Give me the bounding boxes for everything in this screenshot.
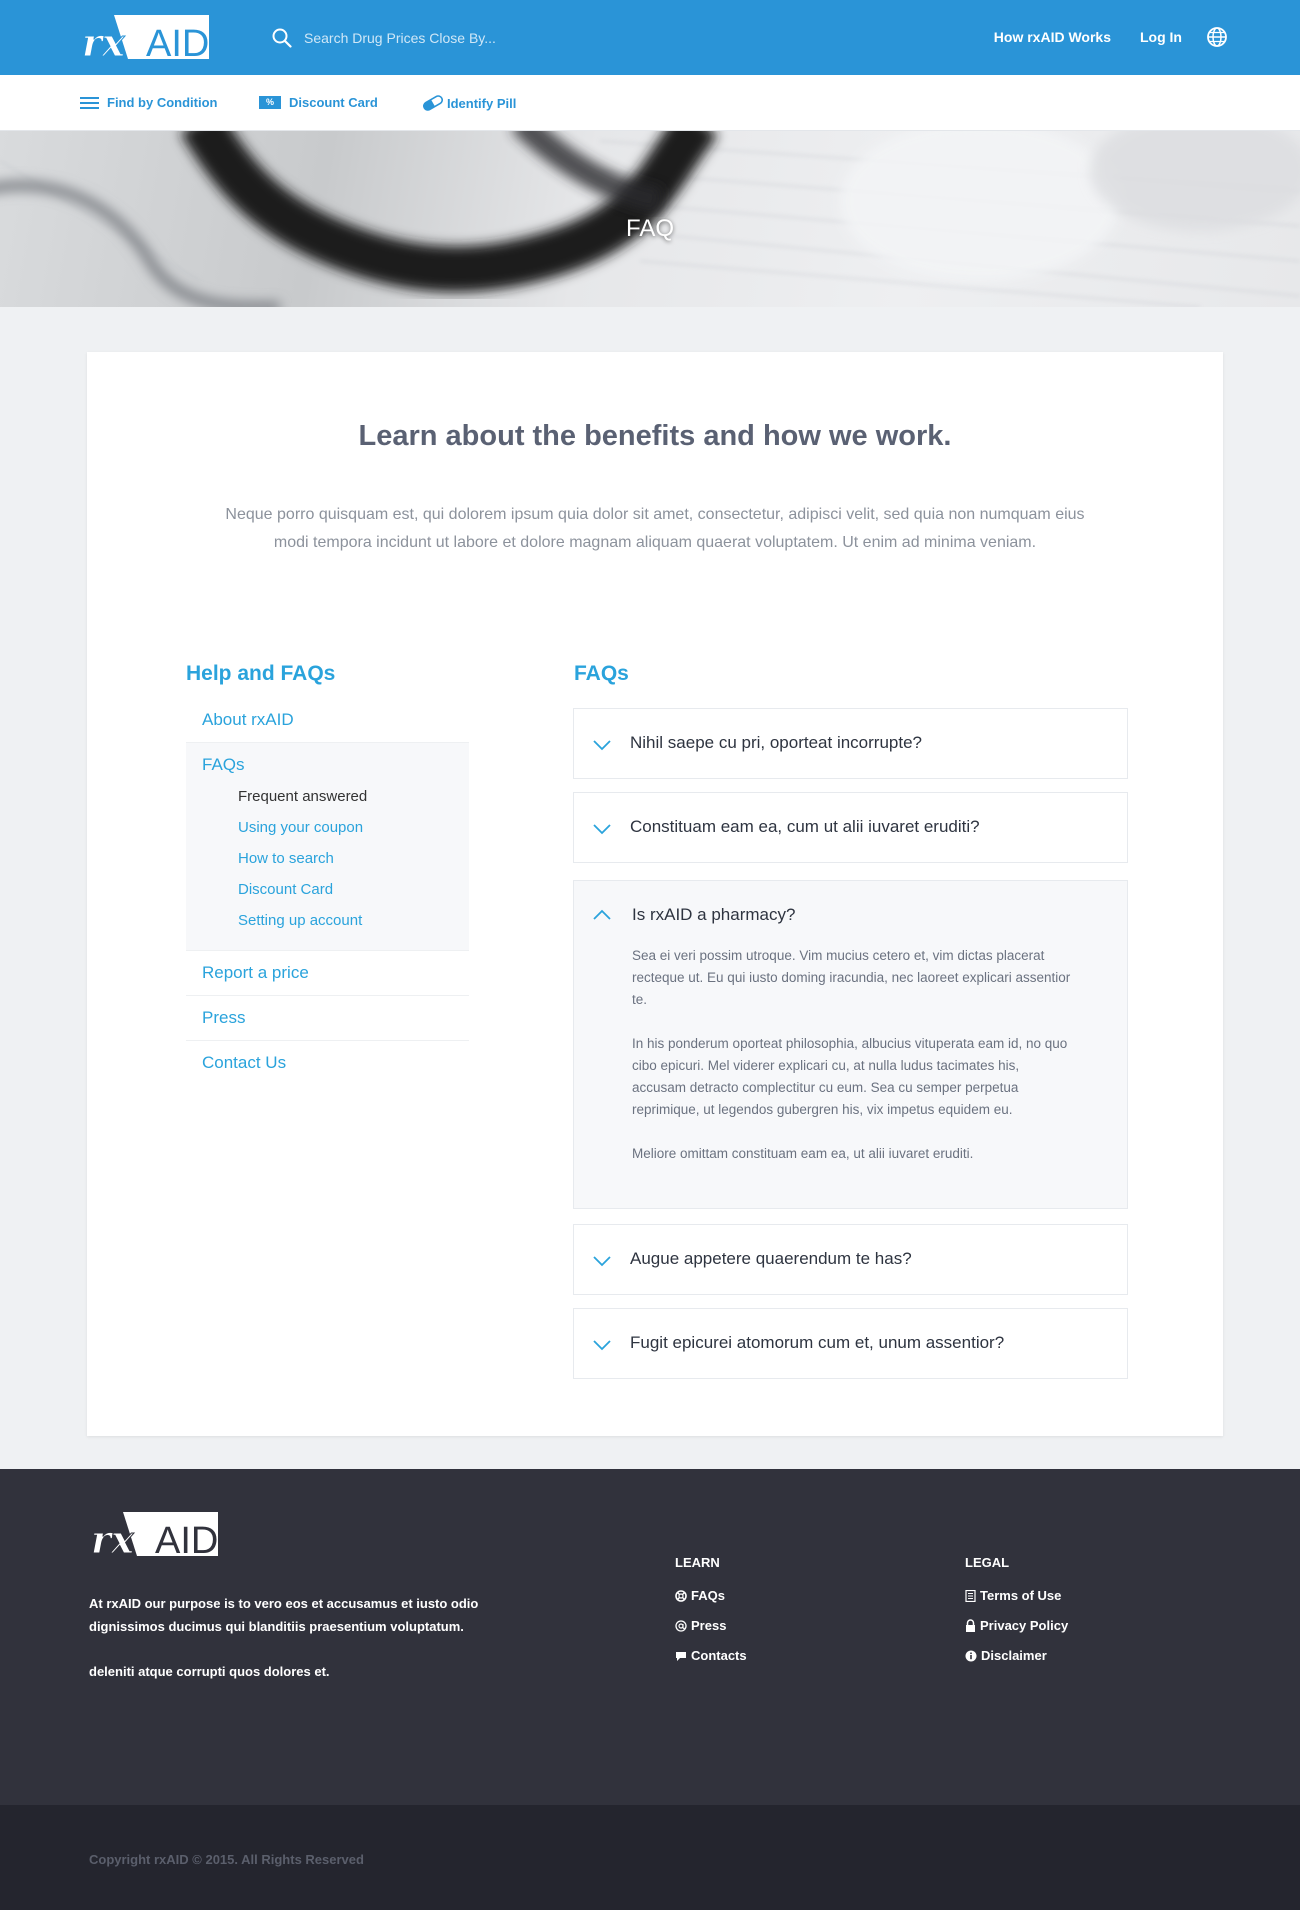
how-it-works-link[interactable]: How rxAID Works — [994, 29, 1111, 45]
footer-press-link[interactable]: Press — [675, 1618, 747, 1633]
sidebar-item-faqs[interactable]: FAQs — [186, 743, 469, 781]
hero-banner: FAQ — [0, 131, 1300, 307]
footer-faqs-link[interactable]: FAQs — [675, 1588, 747, 1603]
lock-icon — [966, 1619, 975, 1632]
identify-pill-link[interactable]: Identify Pill — [421, 95, 516, 111]
copyright-text: Copyright rxAID © 2015. All Rights Reser… — [89, 1852, 364, 1867]
document-icon — [965, 1589, 976, 1602]
footer-learn-title: LEARN — [675, 1555, 720, 1570]
sidebar-item-about[interactable]: About rxAID — [186, 698, 469, 743]
search-input[interactable]: Search Drug Prices Close By... — [304, 30, 496, 46]
chevron-down-icon — [593, 740, 611, 751]
faq-item[interactable]: Constituam eam ea, cum ut alii iuvaret e… — [573, 792, 1128, 863]
faq-item[interactable]: Augue appetere quaerendum te has? — [573, 1224, 1128, 1295]
footer-terms-link[interactable]: Terms of Use — [965, 1588, 1068, 1603]
at-sign-icon — [675, 1619, 687, 1632]
footer-legal-column: LEGAL Terms of Use Privacy Policy Discla… — [965, 1555, 1068, 1678]
footer-faqs-label: FAQs — [691, 1588, 725, 1603]
faq-item[interactable]: Nihil saepe cu pri, oporteat incorrupte? — [573, 708, 1128, 779]
info-icon — [965, 1650, 977, 1661]
footer-learn-column: LEARN FAQs Press Contacts — [675, 1555, 747, 1678]
rxaid-logo[interactable]: rx AID — [80, 14, 210, 60]
discount-card-label: Discount Card — [289, 95, 378, 110]
faq-item[interactable]: Fugit epicurei atomorum cum et, unum ass… — [573, 1308, 1128, 1379]
footer-contacts-link[interactable]: Contacts — [675, 1648, 747, 1663]
sidebar-title: Help and FAQs — [186, 662, 336, 685]
footer-disclaimer-label: Disclaimer — [981, 1648, 1047, 1663]
svg-text:AID: AID — [146, 23, 209, 60]
footer-press-label: Press — [691, 1618, 727, 1633]
chat-bubble-icon — [676, 1651, 686, 1661]
globe-icon[interactable] — [1206, 26, 1228, 48]
chevron-down-icon — [593, 1256, 611, 1267]
sidebar-subitem-account[interactable]: Setting up account — [186, 905, 469, 936]
pill-icon — [423, 95, 443, 111]
faq-question: Nihil saepe cu pri, oporteat incorrupte? — [630, 733, 922, 752]
faq-answer-paragraph: Meliore omittam constituam eam ea, ut al… — [632, 1146, 974, 1161]
footer-about: At rxAID our purpose is to vero eos et a… — [89, 1592, 519, 1705]
svg-text:AID: AID — [155, 1520, 218, 1557]
svg-text:rx: rx — [82, 20, 126, 60]
site-footer: rx AID At rxAID our purpose is to vero e… — [0, 1469, 1300, 1805]
page-headline: Learn about the benefits and how we work… — [358, 420, 952, 452]
hero-title: FAQ — [625, 215, 674, 242]
sidebar-subitem-frequent[interactable]: Frequent answered — [186, 781, 469, 812]
top-header: rx AID Search Drug Prices Close By... Ho… — [0, 0, 1300, 75]
search-icon — [272, 28, 292, 48]
faq-answer-paragraph: Sea ei veri possim utroque. Vim mucius c… — [632, 948, 1071, 1007]
chevron-down-icon — [593, 1340, 611, 1351]
chevron-up-icon — [593, 909, 611, 920]
content-card: Learn about the benefits and how we work… — [87, 352, 1223, 1436]
svg-text:rx: rx — [91, 1517, 135, 1557]
footer-privacy-label: Privacy Policy — [980, 1618, 1069, 1633]
find-by-condition-link[interactable]: Find by Condition — [80, 95, 217, 110]
login-link[interactable]: Log In — [1140, 29, 1182, 45]
faq-item-expanded[interactable]: Is rxAID a pharmacy? Sea ei veri possim … — [573, 880, 1128, 1209]
faq-answer: Sea ei veri possim utroque. Vim mucius c… — [632, 945, 1072, 1187]
sidebar-subitem-discount-card[interactable]: Discount Card — [186, 874, 469, 905]
footer-contacts-label: Contacts — [691, 1648, 747, 1663]
sidebar-subitem-search[interactable]: How to search — [186, 843, 469, 874]
sidebar-item-report-price[interactable]: Report a price — [186, 951, 469, 996]
sidebar-item-press[interactable]: Press — [186, 996, 469, 1041]
percent-badge-icon: % — [259, 96, 281, 109]
rxaid-logo[interactable]: rx AID — [89, 1511, 219, 1557]
footer-disclaimer-link[interactable]: Disclaimer — [965, 1648, 1068, 1663]
secondary-nav: Find by Condition % Discount Card Identi… — [0, 75, 1300, 131]
find-by-condition-label: Find by Condition — [107, 95, 218, 110]
intro-paragraph: Neque porro quisquam est, qui dolorem ip… — [225, 506, 1085, 551]
faq-question: Fugit epicurei atomorum cum et, unum ass… — [630, 1333, 1005, 1352]
faq-section-title: FAQs — [574, 662, 629, 685]
footer-legal-title: LEGAL — [965, 1555, 1010, 1570]
footer-about-text: At rxAID our purpose is to vero eos et a… — [89, 1596, 479, 1634]
chevron-down-icon — [593, 824, 611, 835]
faq-answer-paragraph: In his ponderum oporteat philosophia, al… — [632, 1036, 1068, 1117]
sidebar-group-faqs: FAQs Frequent answered Using your coupon… — [186, 743, 469, 951]
discount-card-link[interactable]: % Discount Card — [259, 95, 378, 110]
faq-question: Is rxAID a pharmacy? — [632, 905, 796, 924]
menu-lines-icon — [80, 96, 99, 109]
lifebuoy-icon — [675, 1589, 687, 1602]
footer-privacy-link[interactable]: Privacy Policy — [965, 1618, 1068, 1633]
identify-pill-label: Identify Pill — [447, 95, 517, 111]
drug-search[interactable]: Search Drug Prices Close By... — [272, 26, 496, 50]
sidebar-nav: About rxAID FAQs Frequent answered Using… — [186, 698, 469, 1085]
faq-question: Augue appetere quaerendum te has? — [630, 1249, 912, 1268]
footer-terms-label: Terms of Use — [980, 1588, 1062, 1603]
copyright-bar: Copyright rxAID © 2015. All Rights Reser… — [0, 1805, 1300, 1910]
faq-question: Constituam eam ea, cum ut alii iuvaret e… — [630, 817, 980, 836]
sidebar-item-contact[interactable]: Contact Us — [186, 1041, 469, 1085]
sidebar-subitem-coupon[interactable]: Using your coupon — [186, 812, 469, 843]
footer-about-text: deleniti atque corrupti quos dolores et. — [89, 1664, 330, 1679]
